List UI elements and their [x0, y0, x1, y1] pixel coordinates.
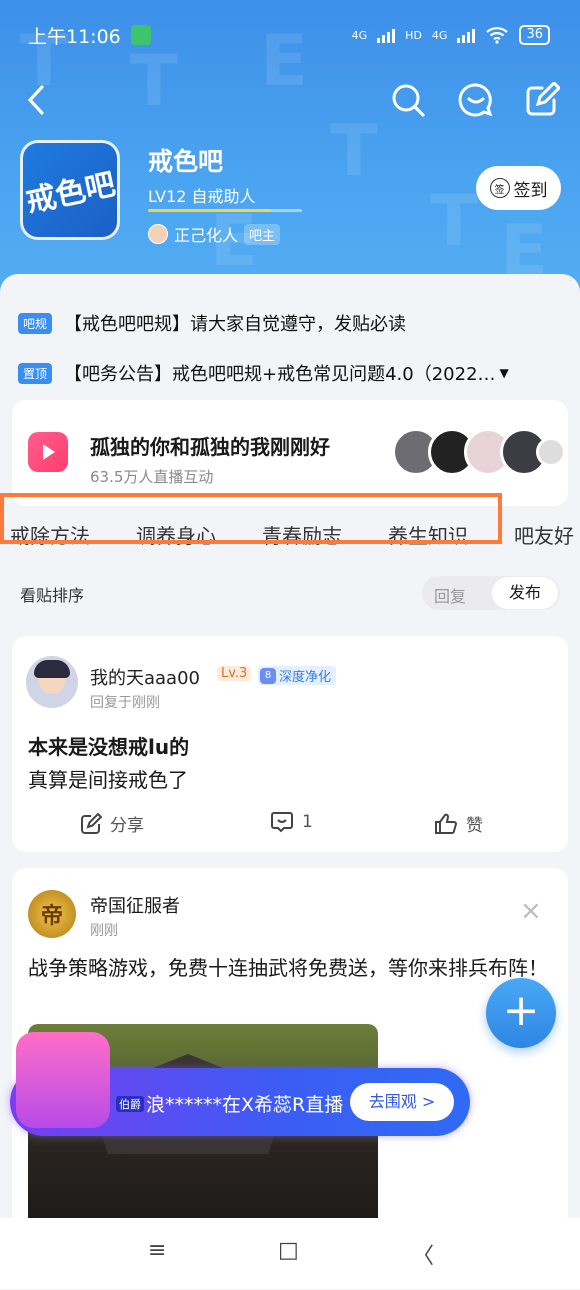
status-bar: 上午11:06 4G HD 4G 36: [28, 18, 550, 52]
sort-reply[interactable]: 回复: [434, 583, 466, 607]
post-time: 回复于刚刚: [90, 695, 160, 711]
notice-text: 【吧务公告】戒色吧吧规+戒色常见问题4.0（2022…: [64, 364, 496, 385]
chevron-down-icon[interactable]: ▼: [500, 366, 509, 380]
sort-label: 看贴排序: [20, 586, 85, 605]
owner-name: 正己化人: [174, 226, 239, 245]
highlight-box: [0, 493, 502, 544]
avatar: [536, 437, 566, 467]
sign-icon: 签: [489, 178, 510, 198]
system-nav-bar: ≡ □ 〈: [0, 1218, 580, 1289]
live-banner[interactable]: 伯爵 浪******在X希蕊R直播 去围观 >: [10, 1032, 470, 1136]
owner-avatar: [148, 224, 168, 244]
banner-text: 浪******在X希蕊R直播: [146, 1094, 344, 1116]
status-icons: 4G HD 4G 36: [352, 25, 550, 45]
pattern-decor: T: [330, 110, 378, 192]
post-username[interactable]: 我的天aaa00: [90, 664, 200, 690]
home-icon[interactable]: □: [278, 1238, 299, 1263]
live-card[interactable]: 孤独的你和孤独的我刚刚好 63.5万人直播互动: [12, 400, 568, 506]
like-button[interactable]: 赞: [434, 811, 483, 836]
badge-label: 深度净化: [279, 670, 332, 685]
forum-name: 戒色吧: [148, 147, 224, 176]
logo-text: 戒色吧: [23, 166, 119, 220]
shield-icon: [130, 25, 151, 45]
pattern-decor: T: [130, 40, 178, 122]
ad-text: 战争策略游戏，免费十连抽武将免费送，等你来排兵布阵！: [28, 956, 548, 980]
sort-toggle[interactable]: 回复 发布: [422, 576, 560, 610]
pattern-decor: T: [430, 180, 478, 262]
close-icon[interactable]: ×: [520, 896, 542, 926]
like-label: 赞: [466, 816, 483, 836]
user-level: Lv.3: [217, 666, 252, 681]
notice-text: 【戒色吧吧规】请大家自觉遵守，发贴必读: [64, 314, 407, 335]
status-time: 上午11:06: [28, 25, 121, 48]
post-card[interactable]: 我的天aaa00 Lv.3 8 深度净化 回复于刚刚 本来是没想戒lu的 真算是间…: [12, 636, 568, 852]
notice-rules[interactable]: 吧规 【戒色吧吧规】请大家自觉遵守，发贴必读: [18, 310, 563, 336]
live-title: 孤独的你和孤独的我刚刚好: [90, 435, 330, 459]
sort-publish[interactable]: 发布: [492, 577, 558, 609]
net-type: 4G: [351, 28, 368, 42]
back-icon[interactable]: [24, 84, 50, 116]
message-icon[interactable]: [458, 82, 494, 118]
post-body: 真算是间接戒色了: [28, 768, 188, 792]
net-type-2: 4G: [431, 28, 448, 42]
comment-button[interactable]: 1: [270, 811, 313, 833]
battery-icon: 36: [519, 25, 550, 45]
share-icon: [81, 812, 102, 834]
sign-label: 签到: [513, 180, 548, 201]
forum-level[interactable]: LV12 自戒助人: [148, 183, 256, 207]
notice-tag: 置顶: [18, 362, 53, 384]
edit-icon[interactable]: [524, 82, 560, 118]
hd-label: HD: [405, 28, 422, 42]
notice-pinned[interactable]: 置顶 【吧务公告】戒色吧吧规+戒色常见问题4.0（2022… ▼: [18, 360, 563, 386]
signal-icon-2: [457, 27, 476, 43]
owner-tag: 吧主: [244, 223, 281, 245]
comment-icon: [271, 812, 293, 833]
comment-count: 1: [302, 812, 313, 832]
badge-num: 8: [260, 667, 276, 684]
menu-icon[interactable]: ≡: [148, 1238, 166, 1263]
signal-icon: [377, 27, 396, 43]
share-button[interactable]: 分享: [80, 811, 144, 836]
user-badge: 8 深度净化: [258, 666, 337, 685]
sign-in-button[interactable]: 签 签到: [476, 166, 561, 210]
gift-box-icon: [16, 1032, 110, 1128]
add-post-button[interactable]: +: [486, 978, 556, 1048]
live-subtitle: 63.5万人直播互动: [90, 468, 214, 486]
thumbs-up-icon: [435, 813, 458, 834]
ad-time: 刚刚: [90, 923, 118, 939]
live-play-icon: [28, 432, 68, 472]
search-icon[interactable]: [390, 82, 426, 118]
banner-tag: 伯爵: [116, 1096, 144, 1112]
forum-owner[interactable]: 正己化人 吧主: [148, 222, 281, 246]
ad-username[interactable]: 帝国征服者: [90, 892, 180, 918]
watch-button[interactable]: 去围观 >: [350, 1083, 454, 1121]
level-progress: [148, 209, 302, 212]
avatar[interactable]: [26, 656, 78, 708]
post-title: 本来是没想戒lu的: [28, 735, 190, 759]
tab-friends[interactable]: 吧友好: [514, 520, 574, 549]
notice-tag: 吧规: [18, 312, 53, 334]
share-label: 分享: [110, 816, 144, 836]
ad-avatar[interactable]: 帝: [28, 890, 76, 938]
live-avatars: [392, 428, 566, 476]
forum-logo[interactable]: 戒色吧: [20, 140, 120, 240]
back-nav-icon[interactable]: 〈: [412, 1238, 434, 1270]
wifi-icon: [486, 27, 509, 44]
